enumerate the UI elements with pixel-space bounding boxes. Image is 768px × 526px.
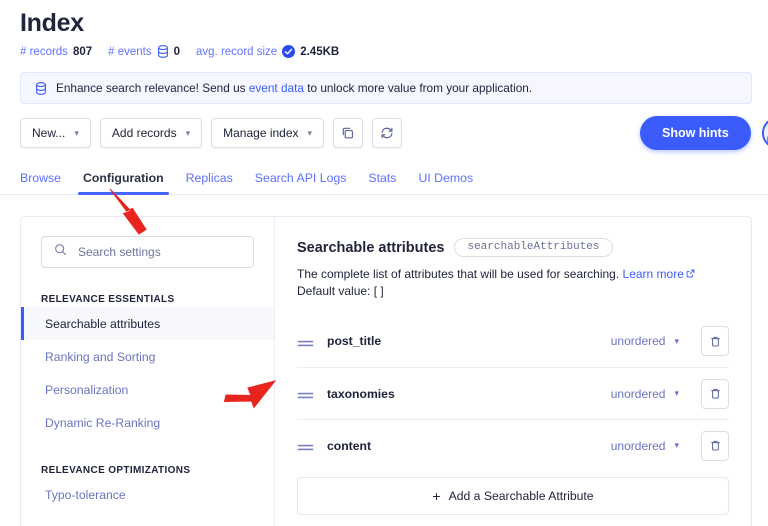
add-searchable-attribute-label: Add a Searchable Attribute <box>448 489 594 503</box>
search-icon <box>54 243 67 261</box>
ordering-value: unordered <box>610 438 666 453</box>
tab-ui-demos[interactable]: UI Demos <box>407 171 484 194</box>
index-stats: # records 807 # events 0 avg. record siz… <box>20 45 768 58</box>
attribute-name: content <box>327 438 372 453</box>
chevron-down-icon: ▾ <box>674 440 679 450</box>
stat-events-label: # events <box>108 45 152 58</box>
chevron-down-icon: ▾ <box>74 127 79 138</box>
check-circle-icon <box>282 45 296 58</box>
manage-index-button[interactable]: Manage index ▾ <box>211 118 325 148</box>
ordering-dropdown[interactable]: unordered ▾ <box>611 387 679 401</box>
refresh-icon <box>380 126 394 140</box>
settings-content: Searchable attributes searchableAttribut… <box>275 217 751 526</box>
table-row: content unordered ▾ <box>297 419 729 471</box>
copy-icon <box>341 126 355 140</box>
show-hints-button[interactable]: Show hints <box>640 116 751 150</box>
default-value-text: Default value: [ ] <box>297 284 384 298</box>
searchable-attributes-list: post_title unordered ▾ taxonomies unorde… <box>297 315 729 471</box>
banner-text: Enhance search relevance! Send us event … <box>56 81 532 95</box>
add-records-button[interactable]: Add records ▾ <box>99 118 203 148</box>
description-text: The complete list of attributes that wil… <box>297 267 620 281</box>
ordering-dropdown[interactable]: unordered ▾ <box>611 334 679 348</box>
tab-configuration[interactable]: Configuration <box>72 171 175 195</box>
new-button[interactable]: New... ▾ <box>20 118 91 148</box>
stat-avg-size-label: avg. record size <box>196 45 278 58</box>
delete-attribute-button[interactable] <box>701 326 729 356</box>
ordering-dropdown[interactable]: unordered ▾ <box>611 439 679 453</box>
plus-icon: + <box>432 488 441 504</box>
index-tabs: Browse Configuration Replicas Search API… <box>0 164 768 195</box>
table-row: post_title unordered ▾ <box>297 315 729 367</box>
delete-attribute-button[interactable] <box>701 378 729 409</box>
add-records-button-label: Add records <box>111 126 177 140</box>
banner-text-before: Enhance search relevance! Send us <box>56 81 249 95</box>
chevron-down-icon: ▾ <box>674 388 679 398</box>
avatar[interactable] <box>762 117 768 149</box>
attribute-name: taxonomies <box>327 386 395 401</box>
drag-handle-icon[interactable] <box>297 440 314 451</box>
attribute-name: post_title <box>327 334 382 348</box>
add-searchable-attribute-button[interactable]: + Add a Searchable Attribute <box>297 477 729 515</box>
drag-handle-icon[interactable] <box>297 336 314 347</box>
sidebar-item-searchable-attributes[interactable]: Searchable attributes <box>21 307 274 340</box>
sidebar-item-ranking-and-sorting[interactable]: Ranking and Sorting <box>21 340 274 373</box>
search-settings-box[interactable] <box>41 236 254 268</box>
sidebar-item-dynamic-re-ranking[interactable]: Dynamic Re-Ranking <box>21 406 274 439</box>
index-toolbar: New... ▾ Add records ▾ Manage index ▾ Sh… <box>20 116 768 150</box>
stat-events-value: 0 <box>173 45 181 58</box>
new-button-label: New... <box>32 126 66 140</box>
tab-replicas[interactable]: Replicas <box>175 171 244 194</box>
show-hints-label: Show hints <box>662 126 729 140</box>
content-header: Searchable attributes searchableAttribut… <box>297 238 729 257</box>
ordering-value: unordered <box>610 334 666 348</box>
content-description: The complete list of attributes that wil… <box>297 266 729 300</box>
tab-stats[interactable]: Stats <box>357 171 407 194</box>
search-settings-wrap <box>21 236 274 268</box>
stat-records: # records 807 <box>20 46 92 58</box>
database-icon <box>157 45 169 58</box>
sidebar-item-typo-tolerance[interactable]: Typo-tolerance <box>21 478 274 511</box>
search-input[interactable] <box>78 245 241 259</box>
chevron-down-icon: ▾ <box>185 127 191 138</box>
chevron-down-icon: ▾ <box>674 335 679 346</box>
external-link-icon <box>686 266 695 278</box>
settings-sidebar: RELEVANCE ESSENTIALS Searchable attribut… <box>21 217 275 526</box>
banner-text-after: to unlock more value from your applicati… <box>303 81 533 95</box>
ordering-value: unordered <box>610 386 666 401</box>
configuration-card: RELEVANCE ESSENTIALS Searchable attribut… <box>20 216 752 526</box>
sidebar-item-personalization[interactable]: Personalization <box>21 373 274 406</box>
app-root: Index # records 807 # events 0 avg. reco… <box>0 0 768 526</box>
event-data-link[interactable]: event data <box>249 81 304 95</box>
page-header: Index # records 807 # events 0 avg. reco… <box>0 0 768 58</box>
stat-avg-size-value: 2.45KB <box>300 45 340 58</box>
refresh-index-button[interactable] <box>372 118 403 148</box>
setting-key-badge: searchableAttributes <box>454 238 613 257</box>
sidebar-group-relevance-essentials: RELEVANCE ESSENTIALS <box>41 294 175 305</box>
event-data-banner: Enhance search relevance! Send us event … <box>20 72 752 104</box>
database-icon <box>35 81 47 95</box>
sidebar-group-relevance-optimizations: RELEVANCE OPTIMIZATIONS <box>41 465 191 476</box>
table-row: taxonomies unordered ▾ <box>297 367 729 419</box>
stat-events: # events 0 <box>108 45 180 58</box>
delete-attribute-button[interactable] <box>701 430 729 461</box>
content-title: Searchable attributes <box>297 239 445 256</box>
drag-handle-icon[interactable] <box>297 388 314 399</box>
stat-records-value: 807 <box>72 45 93 58</box>
copy-index-button[interactable] <box>333 118 364 148</box>
tab-search-api-logs[interactable]: Search API Logs <box>244 171 358 194</box>
page-title: Index <box>20 9 84 37</box>
tab-browse[interactable]: Browse <box>20 171 72 194</box>
chevron-down-icon: ▾ <box>307 127 313 138</box>
learn-more-link[interactable]: Learn more <box>623 267 684 281</box>
manage-index-button-label: Manage index <box>223 126 299 140</box>
stat-records-label: # records <box>20 45 68 58</box>
stat-avg-record-size: avg. record size 2.45KB <box>196 45 339 58</box>
